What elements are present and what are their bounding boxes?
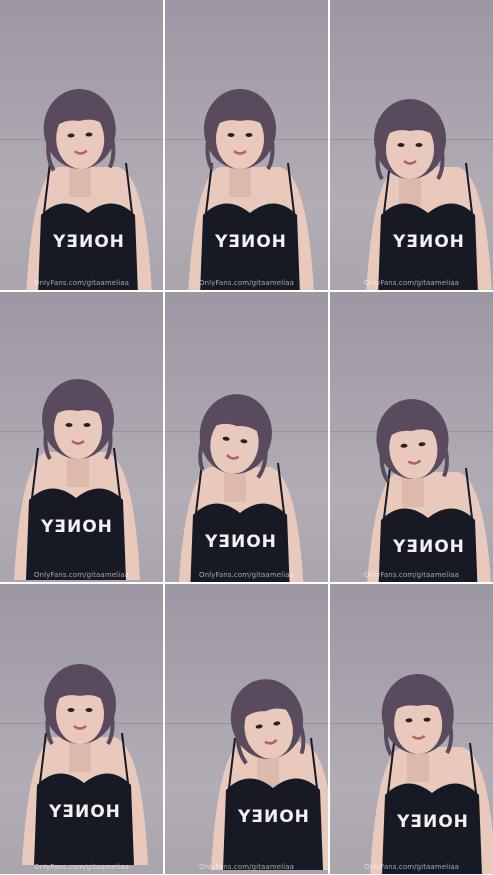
person-figure: HONEY [26, 89, 152, 290]
shirt-text: HONEY [392, 537, 464, 557]
photo-grid: HONEY OnlyFans.com/gitaameliaa HONEY OnlyFa… [0, 0, 493, 875]
photo-frame: HONEY OnlyFans.com/gitaameliaa [330, 292, 493, 582]
right-eye [415, 143, 423, 147]
head [374, 99, 446, 180]
shirt-text: HONEY [237, 807, 309, 827]
person-figure: HONEY [370, 674, 493, 874]
photo-frame: HONEY OnlyFans.com/gitaameliaa [165, 584, 328, 874]
left-eye [65, 423, 73, 427]
head [204, 89, 276, 170]
photo-frame: HONEY OnlyFans.com/gitaameliaa [0, 0, 163, 290]
left-eye [67, 708, 75, 712]
photo-frame: HONEY OnlyFans.com/gitaameliaa [0, 584, 163, 874]
right-eye [83, 423, 91, 427]
watermark-text: OnlyFans.com/gitaameliaa [363, 279, 460, 287]
photo-frame: HONEY OnlyFans.com/gitaameliaa [330, 0, 493, 290]
shirt-text: HONEY [214, 232, 286, 252]
watermark-text: OnlyFans.com/gitaameliaa [363, 863, 460, 871]
person-figure: HONEY [366, 99, 492, 290]
head [42, 379, 114, 460]
shirt-text: HONEY [52, 232, 124, 252]
head [376, 399, 449, 483]
photo-frame: HONEY OnlyFans.com/gitaameliaa [165, 0, 328, 290]
right-eye [85, 708, 93, 712]
shirt-text: HONEY [40, 517, 112, 537]
watermark-text: OnlyFans.com/gitaameliaa [33, 571, 130, 579]
person-figure: HONEY [367, 399, 491, 582]
person-figure: HONEY [22, 664, 148, 865]
shirt-text: HONEY [392, 232, 464, 252]
shirt-text: HONEY [396, 812, 468, 832]
person-figure: HONEY [211, 679, 328, 870]
watermark-text: OnlyFans.com/gitaameliaa [33, 279, 130, 287]
watermark-text: OnlyFans.com/gitaameliaa [363, 571, 460, 579]
watermark-text: OnlyFans.com/gitaameliaa [198, 279, 295, 287]
shirt-text: HONEY [48, 802, 120, 822]
left-eye [227, 133, 235, 137]
photo-frame: HONEY OnlyFans.com/gitaameliaa [330, 584, 493, 874]
photo-frame: HONEY OnlyFans.com/gitaameliaa [165, 292, 328, 582]
watermark-text: OnlyFans.com/gitaameliaa [33, 863, 130, 871]
left-eye [397, 143, 405, 147]
head [381, 674, 454, 757]
watermark-text: OnlyFans.com/gitaameliaa [198, 571, 295, 579]
watermark-text: OnlyFans.com/gitaameliaa [198, 863, 295, 871]
person-figure: HONEY [178, 394, 304, 582]
head [44, 664, 116, 745]
person-figure: HONEY [14, 379, 140, 580]
shirt-text: HONEY [204, 532, 276, 552]
person-figure: HONEY [188, 89, 314, 290]
head [43, 89, 116, 172]
right-eye [245, 133, 253, 137]
head [198, 394, 272, 479]
photo-frame: HONEY OnlyFans.com/gitaameliaa [0, 292, 163, 582]
